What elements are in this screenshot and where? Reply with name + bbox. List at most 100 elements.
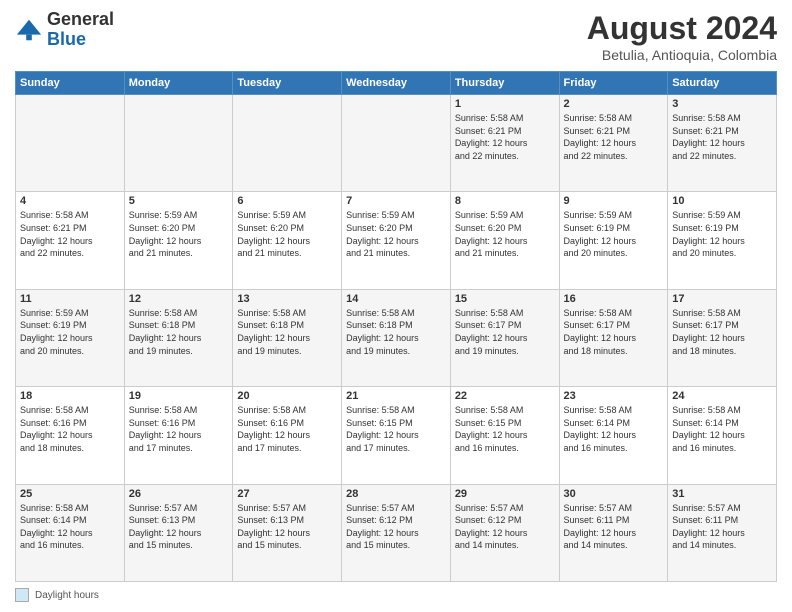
main-title: August 2024	[587, 10, 777, 47]
day-info: Sunrise: 5:59 AM Sunset: 6:20 PM Dayligh…	[346, 209, 446, 259]
week-row-4: 18 Sunrise: 5:58 AM Sunset: 6:16 PM Dayli…	[16, 387, 777, 484]
calendar-cell: 18 Sunrise: 5:58 AM Sunset: 6:16 PM Dayli…	[16, 387, 125, 484]
day-info: Sunrise: 5:58 AM Sunset: 6:17 PM Dayligh…	[672, 307, 772, 357]
daylight-legend-box	[15, 588, 29, 602]
calendar-cell: 23Sunrise: 5:58 AM Sunset: 6:14 PM Dayli…	[559, 387, 668, 484]
day-info: Sunrise: 5:58 AM Sunset: 6:16 PM Dayligh…	[237, 404, 337, 454]
calendar-cell: 20Sunrise: 5:58 AM Sunset: 6:16 PM Dayli…	[233, 387, 342, 484]
day-info: Sunrise: 5:59 AM Sunset: 6:20 PM Dayligh…	[237, 209, 337, 259]
day-number: 12	[129, 293, 229, 305]
day-number: 15	[455, 293, 555, 305]
calendar-cell: 24Sunrise: 5:58 AM Sunset: 6:14 PM Dayli…	[668, 387, 777, 484]
day-number: 8	[455, 195, 555, 207]
day-info: Sunrise: 5:58 AM Sunset: 6:17 PM Dayligh…	[564, 307, 664, 357]
logo-icon	[15, 16, 43, 44]
calendar-cell: 15 Sunrise: 5:58 AM Sunset: 6:17 PM Dayli…	[450, 289, 559, 386]
day-info: Sunrise: 5:59 AM Sunset: 6:19 PM Dayligh…	[672, 209, 772, 259]
calendar-cell: 9 Sunrise: 5:59 AM Sunset: 6:19 PM Daylig…	[559, 192, 668, 289]
day-number: 14	[346, 293, 446, 305]
week-row-5: 25Sunrise: 5:58 AM Sunset: 6:14 PM Dayli…	[16, 484, 777, 581]
day-number: 31	[672, 488, 772, 500]
calendar-cell: 27Sunrise: 5:57 AM Sunset: 6:13 PM Dayli…	[233, 484, 342, 581]
calendar-cell	[233, 95, 342, 192]
calendar-cell: 8 Sunrise: 5:59 AM Sunset: 6:20 PM Daylig…	[450, 192, 559, 289]
page: General Blue August 2024 Betulia, Antioq…	[0, 0, 792, 612]
day-number: 21	[346, 390, 446, 402]
day-number: 7	[346, 195, 446, 207]
calendar-cell: 3 Sunrise: 5:58 AM Sunset: 6:21 PM Daylig…	[668, 95, 777, 192]
logo: General Blue	[15, 10, 114, 50]
calendar-cell: 11 Sunrise: 5:59 AM Sunset: 6:19 PM Dayli…	[16, 289, 125, 386]
calendar-cell: 25Sunrise: 5:58 AM Sunset: 6:14 PM Dayli…	[16, 484, 125, 581]
day-info: Sunrise: 5:59 AM Sunset: 6:20 PM Dayligh…	[129, 209, 229, 259]
day-number: 13	[237, 293, 337, 305]
day-number: 1	[455, 98, 555, 110]
calendar-cell: 1 Sunrise: 5:58 AM Sunset: 6:21 PM Daylig…	[450, 95, 559, 192]
day-number: 2	[564, 98, 664, 110]
day-info: Sunrise: 5:57 AM Sunset: 6:12 PM Dayligh…	[455, 502, 555, 552]
day-info: Sunrise: 5:58 AM Sunset: 6:21 PM Dayligh…	[672, 112, 772, 162]
calendar-cell: 22Sunrise: 5:58 AM Sunset: 6:15 PM Dayli…	[450, 387, 559, 484]
day-info: Sunrise: 5:57 AM Sunset: 6:13 PM Dayligh…	[237, 502, 337, 552]
logo-general-text: General	[47, 9, 114, 29]
day-number: 26	[129, 488, 229, 500]
day-info: Sunrise: 5:59 AM Sunset: 6:20 PM Dayligh…	[455, 209, 555, 259]
sub-title: Betulia, Antioquia, Colombia	[587, 47, 777, 63]
day-header-saturday: Saturday	[668, 72, 777, 95]
day-info: Sunrise: 5:57 AM Sunset: 6:11 PM Dayligh…	[672, 502, 772, 552]
day-info: Sunrise: 5:58 AM Sunset: 6:15 PM Dayligh…	[346, 404, 446, 454]
calendar-cell: 21 Sunrise: 5:58 AM Sunset: 6:15 PM Dayli…	[342, 387, 451, 484]
day-number: 11	[20, 293, 120, 305]
day-info: Sunrise: 5:58 AM Sunset: 6:21 PM Dayligh…	[455, 112, 555, 162]
day-number: 29	[455, 488, 555, 500]
week-row-3: 11 Sunrise: 5:59 AM Sunset: 6:19 PM Dayli…	[16, 289, 777, 386]
daylight-legend-label: Daylight hours	[35, 590, 99, 601]
logo-text: General Blue	[47, 10, 114, 50]
day-number: 18	[20, 390, 120, 402]
day-info: Sunrise: 5:57 AM Sunset: 6:13 PM Dayligh…	[129, 502, 229, 552]
day-info: Sunrise: 5:59 AM Sunset: 6:19 PM Dayligh…	[564, 209, 664, 259]
day-info: Sunrise: 5:57 AM Sunset: 6:12 PM Dayligh…	[346, 502, 446, 552]
calendar-cell	[342, 95, 451, 192]
day-number: 30	[564, 488, 664, 500]
day-header-sunday: Sunday	[16, 72, 125, 95]
logo-blue-text: Blue	[47, 29, 86, 49]
title-block: August 2024 Betulia, Antioquia, Colombia	[587, 10, 777, 63]
day-number: 17	[672, 293, 772, 305]
calendar-cell: 10Sunrise: 5:59 AM Sunset: 6:19 PM Dayli…	[668, 192, 777, 289]
week-row-1: 1 Sunrise: 5:58 AM Sunset: 6:21 PM Daylig…	[16, 95, 777, 192]
calendar-cell: 12 Sunrise: 5:58 AM Sunset: 6:18 PM Dayli…	[124, 289, 233, 386]
day-header-thursday: Thursday	[450, 72, 559, 95]
calendar-cell: 2 Sunrise: 5:58 AM Sunset: 6:21 PM Daylig…	[559, 95, 668, 192]
calendar-table: SundayMondayTuesdayWednesdayThursdayFrid…	[15, 71, 777, 582]
day-info: Sunrise: 5:58 AM Sunset: 6:18 PM Dayligh…	[237, 307, 337, 357]
day-info: Sunrise: 5:58 AM Sunset: 6:21 PM Dayligh…	[564, 112, 664, 162]
day-info: Sunrise: 5:58 AM Sunset: 6:18 PM Dayligh…	[346, 307, 446, 357]
calendar-cell: 4Sunrise: 5:58 AM Sunset: 6:21 PM Daylig…	[16, 192, 125, 289]
day-number: 3	[672, 98, 772, 110]
day-info: Sunrise: 5:58 AM Sunset: 6:17 PM Dayligh…	[455, 307, 555, 357]
day-info: Sunrise: 5:58 AM Sunset: 6:15 PM Dayligh…	[455, 404, 555, 454]
day-number: 5	[129, 195, 229, 207]
day-number: 16	[564, 293, 664, 305]
day-number: 28	[346, 488, 446, 500]
calendar-cell: 14 Sunrise: 5:58 AM Sunset: 6:18 PM Dayli…	[342, 289, 451, 386]
day-info: Sunrise: 5:58 AM Sunset: 6:16 PM Dayligh…	[129, 404, 229, 454]
calendar-cell: 29 Sunrise: 5:57 AM Sunset: 6:12 PM Dayli…	[450, 484, 559, 581]
calendar-cell: 26 Sunrise: 5:57 AM Sunset: 6:13 PM Dayli…	[124, 484, 233, 581]
calendar-cell: 31 Sunrise: 5:57 AM Sunset: 6:11 PM Dayli…	[668, 484, 777, 581]
day-header-monday: Monday	[124, 72, 233, 95]
day-number: 19	[129, 390, 229, 402]
day-number: 9	[564, 195, 664, 207]
day-number: 4	[20, 195, 120, 207]
day-info: Sunrise: 5:58 AM Sunset: 6:18 PM Dayligh…	[129, 307, 229, 357]
calendar-cell: 13 Sunrise: 5:58 AM Sunset: 6:18 PM Dayli…	[233, 289, 342, 386]
day-info: Sunrise: 5:59 AM Sunset: 6:19 PM Dayligh…	[20, 307, 120, 357]
day-info: Sunrise: 5:57 AM Sunset: 6:11 PM Dayligh…	[564, 502, 664, 552]
day-info: Sunrise: 5:58 AM Sunset: 6:14 PM Dayligh…	[672, 404, 772, 454]
day-info: Sunrise: 5:58 AM Sunset: 6:16 PM Dayligh…	[20, 404, 120, 454]
calendar-cell: 19 Sunrise: 5:58 AM Sunset: 6:16 PM Dayli…	[124, 387, 233, 484]
calendar-cell: 17 Sunrise: 5:58 AM Sunset: 6:17 PM Dayli…	[668, 289, 777, 386]
day-number: 6	[237, 195, 337, 207]
calendar-cell: 5 Sunrise: 5:59 AM Sunset: 6:20 PM Daylig…	[124, 192, 233, 289]
